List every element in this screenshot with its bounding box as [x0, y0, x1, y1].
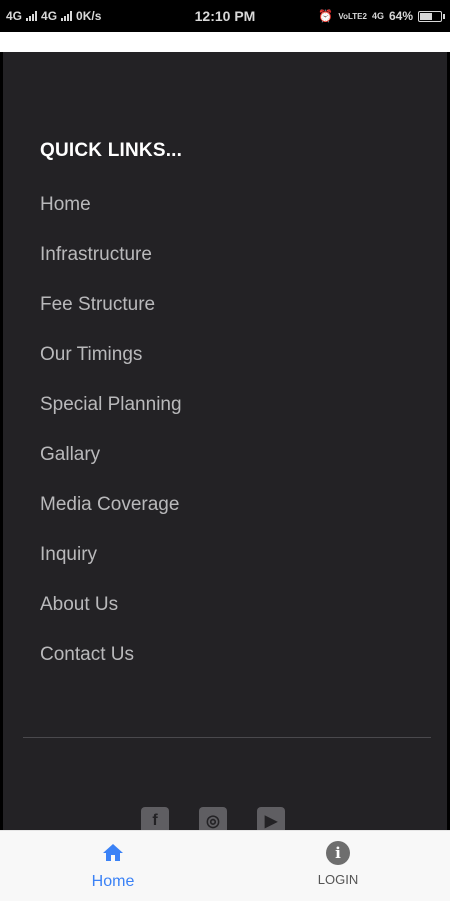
quick-link-label[interactable]: Infrastructure	[40, 244, 152, 265]
quick-link-infrastructure[interactable]: Infrastructure	[40, 242, 182, 292]
quick-links-list: Home Infrastructure Fee Structure Our Ti…	[40, 192, 182, 692]
quick-link-label[interactable]: Media Coverage	[40, 494, 179, 515]
footer-panel: QUICK LINKS... Home Infrastructure Fee S…	[3, 52, 447, 835]
quick-link-label[interactable]: Home	[40, 194, 91, 215]
nav-home-button[interactable]: Home	[53, 841, 173, 891]
quick-link-gallary[interactable]: Gallary	[40, 442, 182, 492]
quick-link-label[interactable]: About Us	[40, 594, 118, 615]
status-right: ⏰ VoLTE2 4G 64%	[318, 9, 445, 23]
quick-link-inquiry[interactable]: Inquiry	[40, 542, 182, 592]
quick-link-home[interactable]: Home	[40, 192, 182, 242]
quick-link-our-timings[interactable]: Our Timings	[40, 342, 182, 392]
quick-link-contact-us[interactable]: Contact Us	[40, 642, 182, 692]
quick-link-label[interactable]: Inquiry	[40, 544, 97, 565]
volte-indicator: VoLTE2	[338, 11, 367, 21]
quick-links-title: QUICK LINKS...	[40, 140, 183, 161]
network-type-3: 4G	[371, 11, 384, 21]
battery-percent: 64%	[388, 9, 413, 23]
battery-icon	[418, 10, 445, 22]
alarm-icon: ⏰	[318, 9, 334, 23]
nav-login-label: LOGIN	[317, 872, 359, 887]
quick-link-fee-structure[interactable]: Fee Structure	[40, 292, 182, 342]
quick-link-about-us[interactable]: About Us	[40, 592, 182, 642]
nav-home-label: Home	[91, 873, 135, 890]
info-icon: i	[326, 841, 350, 865]
quick-link-label[interactable]: Our Timings	[40, 344, 142, 365]
quick-link-special-planning[interactable]: Special Planning	[40, 392, 182, 442]
quick-link-label[interactable]: Fee Structure	[40, 294, 155, 315]
header-strip	[0, 32, 450, 52]
quick-link-label[interactable]: Special Planning	[40, 394, 182, 415]
quick-link-label[interactable]: Contact Us	[40, 644, 134, 665]
status-bar: 4G 4G 0K/s 12:10 PM ⏰ VoLTE2 4G 64%	[0, 0, 450, 32]
bottom-navigation: Home i LOGIN	[0, 830, 450, 901]
nav-login-button[interactable]: i LOGIN	[278, 841, 398, 887]
footer-divider	[23, 737, 431, 738]
home-icon	[103, 844, 123, 861]
quick-link-media-coverage[interactable]: Media Coverage	[40, 492, 182, 542]
quick-link-label[interactable]: Gallary	[40, 444, 100, 465]
